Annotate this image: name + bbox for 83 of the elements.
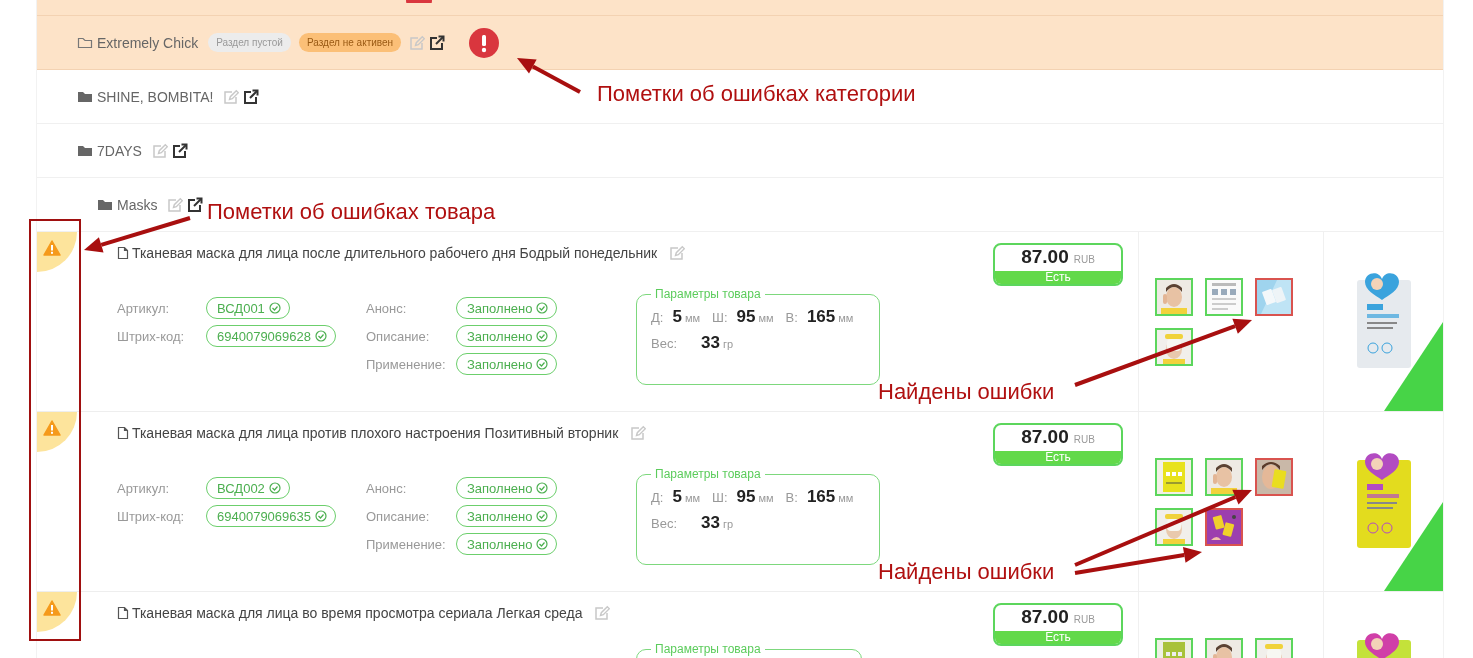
external-link-icon[interactable] xyxy=(171,142,188,159)
check-icon xyxy=(536,330,549,342)
dimension-label: Ш: xyxy=(712,490,728,505)
product-title[interactable]: Тканевая маска для лица после длительного рабочего дня Бодрый понедельник xyxy=(132,245,658,261)
status-badge: Раздел пустой xyxy=(208,33,291,52)
stock-label: Есть xyxy=(995,451,1121,464)
arrow xyxy=(517,58,581,94)
edit-icon[interactable] xyxy=(669,245,686,261)
parameters-title: Параметры товара xyxy=(654,642,762,656)
dimension-label: В: xyxy=(785,310,798,325)
currency-label: RUB xyxy=(1073,254,1095,265)
external-link-icon[interactable] xyxy=(243,88,260,105)
external-link-icon[interactable] xyxy=(429,34,446,51)
external-link-icon[interactable] xyxy=(187,196,204,213)
status-badge: Раздел не активен xyxy=(298,33,402,52)
field-label: Штрих-код: xyxy=(117,508,186,524)
unit-label: мм xyxy=(684,492,700,504)
unit-label: мм xyxy=(758,492,774,504)
category-name[interactable]: Masks xyxy=(117,196,158,213)
check-icon xyxy=(536,358,549,370)
check-icon xyxy=(536,482,549,494)
dimension-label: Вес: xyxy=(651,336,677,351)
field-label: Применение: xyxy=(366,536,447,552)
annotation-text: Найдены ошибки xyxy=(878,379,1055,405)
check-icon xyxy=(268,302,281,314)
check-icon xyxy=(315,510,327,522)
price-value: 87.00 xyxy=(1021,246,1069,268)
category-name[interactable]: 7DAYS xyxy=(97,142,142,159)
unit-label: гр xyxy=(722,338,734,350)
stock-label: Есть xyxy=(995,271,1121,284)
annotation-text: Найдены ошибки xyxy=(878,559,1055,585)
dimension-label: Ш: xyxy=(712,310,728,325)
field-label: Артикул: xyxy=(117,300,171,316)
check-icon xyxy=(268,482,281,494)
dimension-value: 5 xyxy=(672,487,682,507)
unit-label: мм xyxy=(838,312,854,324)
warning-icon xyxy=(43,420,61,436)
field-label: Анонс: xyxy=(366,480,408,496)
dimension-value: 95 xyxy=(736,307,756,327)
unit-label: гр xyxy=(722,518,734,530)
dimension-value: 5 xyxy=(672,307,682,327)
dimension-label: Вес: xyxy=(651,516,677,531)
price-value: 87.00 xyxy=(1021,606,1069,628)
stock-label: Есть xyxy=(995,631,1121,644)
product-title[interactable]: Тканевая маска для лица против плохого настроения Позитивный вторник xyxy=(132,425,619,441)
product-title[interactable]: Тканевая маска для лица во время просмотра сериала Легкая среда xyxy=(132,605,583,621)
category-name[interactable]: Extremely Chick xyxy=(97,34,199,51)
annotation-text: Пометки об ошибках категории xyxy=(597,81,916,107)
field-label: Штрих-код: xyxy=(117,328,186,344)
currency-label: RUB xyxy=(1073,614,1095,625)
dimension-value: 95 xyxy=(736,487,756,507)
check-icon xyxy=(315,330,327,342)
parameters-title: Параметры товара xyxy=(654,287,762,301)
dimension-label: Д: xyxy=(651,310,664,325)
annotation-text: Пометки об ошибках товара xyxy=(207,199,496,225)
check-icon xyxy=(536,510,549,522)
price-value: 87.00 xyxy=(1021,426,1069,448)
dimension-value: 165 xyxy=(806,307,836,327)
file-icon xyxy=(117,246,129,260)
dimension-label: В: xyxy=(785,490,798,505)
file-icon xyxy=(117,606,129,620)
unit-label: мм xyxy=(684,312,700,324)
warning-icon xyxy=(43,240,61,256)
check-icon xyxy=(536,302,549,314)
unit-label: мм xyxy=(838,492,854,504)
dimension-value: 33 xyxy=(701,333,720,353)
field-label: Описание: xyxy=(366,508,431,524)
dimension-label: Д: xyxy=(651,490,664,505)
category-name[interactable]: SHINE, BOMBITA! xyxy=(97,88,214,105)
edit-icon[interactable] xyxy=(630,425,647,441)
dimension-value: 165 xyxy=(806,487,836,507)
unit-label: мм xyxy=(758,312,774,324)
field-label: Применение: xyxy=(366,356,447,372)
check-icon xyxy=(536,538,549,550)
field-label: Анонс: xyxy=(366,300,408,316)
currency-label: RUB xyxy=(1073,434,1095,445)
dimension-value: 33 xyxy=(701,513,720,533)
parameters-title: Параметры товара xyxy=(654,467,762,481)
warning-icon xyxy=(43,600,61,616)
edit-icon[interactable] xyxy=(594,605,611,621)
file-icon xyxy=(117,426,129,440)
field-label: Артикул: xyxy=(117,480,171,496)
field-label: Описание: xyxy=(366,328,431,344)
